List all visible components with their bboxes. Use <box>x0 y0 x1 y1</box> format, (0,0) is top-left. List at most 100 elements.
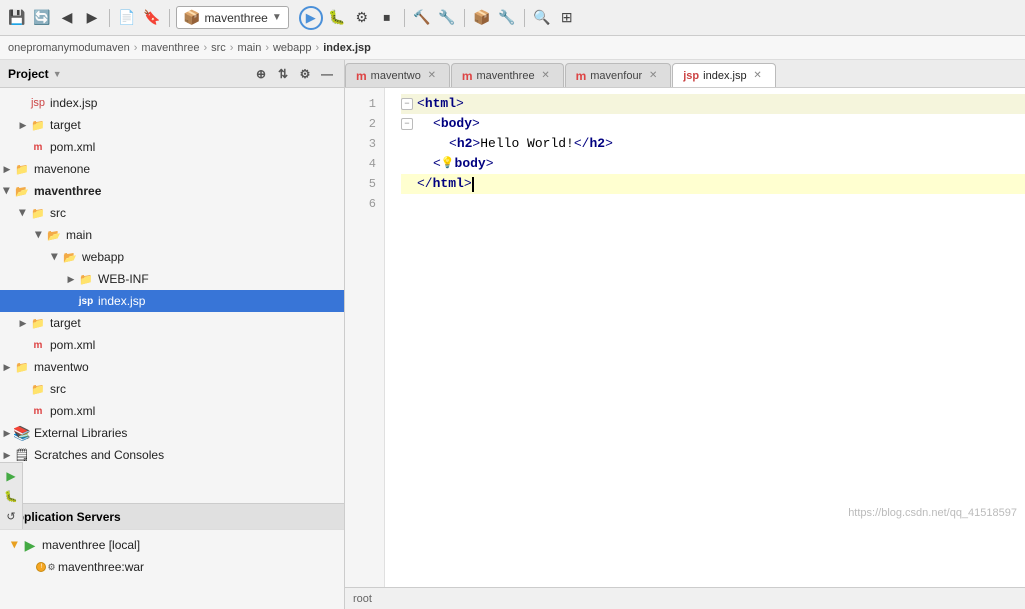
debug-side-button[interactable]: 🐛 <box>2 487 20 505</box>
tree-label: WEB-INF <box>98 272 149 286</box>
tree-item-pom-root[interactable]: ▶ m pom.xml <box>0 136 344 158</box>
app-servers-header: Application Servers <box>0 503 344 529</box>
src-icon: 📁 <box>30 381 46 397</box>
tree-label: target <box>50 118 81 132</box>
debug-button[interactable]: 🐛 <box>326 7 348 29</box>
folder-icon: 📁 <box>30 117 46 133</box>
tree-item-maventwo[interactable]: ▶ 📁 maventwo <box>0 356 344 378</box>
fold-1[interactable]: − <box>401 98 413 110</box>
project-dropdown[interactable]: 📦 maventhree ▼ <box>176 6 289 29</box>
editor-tabs: m maventwo ✕ m maventhree ✕ m mavenfour … <box>345 60 1025 88</box>
tab-maventwo[interactable]: m maventwo ✕ <box>345 63 450 87</box>
sidebar-header: Project ▼ ⊕ ⇅ ⚙ — <box>0 60 344 88</box>
tab-close-maventhree[interactable]: ✕ <box>539 69 553 83</box>
tree-item-webapp[interactable]: ▶ 📂 webapp <box>0 246 344 268</box>
run-button[interactable]: ▶ <box>299 6 323 30</box>
tree-label: webapp <box>82 250 124 264</box>
expand-all-icon[interactable]: ⇅ <box>274 65 292 83</box>
tree-item-target[interactable]: ▶ 📁 target <box>0 312 344 334</box>
fold-2[interactable]: − <box>401 118 413 130</box>
tab-mavenfour[interactable]: m mavenfour ✕ <box>565 63 672 87</box>
bc-file[interactable]: index.jsp <box>323 42 371 54</box>
tab-indexjsp[interactable]: jsp index.jsp ✕ <box>672 63 775 87</box>
update-side-button[interactable]: ↺ <box>2 507 20 525</box>
jsp-tab-icon: jsp <box>683 70 699 82</box>
open-button[interactable]: 📄 <box>116 7 138 29</box>
folder-open-icon: 📂 <box>14 183 30 199</box>
bookmark-button[interactable]: 🔖 <box>141 7 163 29</box>
status-bar: root <box>345 587 1025 609</box>
app-servers-content: ▶ ▶ maventhree [local] ▶ ! ⚙ maventhree:… <box>0 529 344 609</box>
pom-icon: m <box>30 337 46 353</box>
line-num-2: 2 <box>345 114 384 134</box>
status-text: root <box>353 593 372 605</box>
tab-label: mavenfour <box>590 70 642 82</box>
line-numbers: 1 2 3 4 5 6 <box>345 88 385 587</box>
save-button[interactable]: 💾 <box>6 7 28 29</box>
line-num-4: 4 <box>345 154 384 174</box>
tree-item-mavenone[interactable]: ▶ 📁 mavenone <box>0 158 344 180</box>
tree-item-maventhree-local[interactable]: ▶ ▶ maventhree [local] <box>0 534 344 556</box>
play-side-button[interactable]: ▶ <box>2 467 20 485</box>
sep1 <box>109 9 110 27</box>
tree-item-webinf[interactable]: ▶ 📁 WEB-INF <box>0 268 344 290</box>
maven-button[interactable]: 📦 <box>471 7 493 29</box>
code-line-2: − <body> <box>401 114 1025 134</box>
tree-item-src2[interactable]: ▶ 📁 src <box>0 378 344 400</box>
tree-item-pom[interactable]: ▶ m pom.xml <box>0 334 344 356</box>
tab-close-maventwo[interactable]: ✕ <box>425 69 439 83</box>
tab-maventhree[interactable]: m maventhree ✕ <box>451 63 564 87</box>
tree-item-src[interactable]: ▶ 📁 src <box>0 202 344 224</box>
tree-label: External Libraries <box>34 426 127 440</box>
settings-button[interactable]: 🔧 <box>496 7 518 29</box>
bc-project[interactable]: onepromanymodumaven <box>8 42 130 54</box>
webinf-icon: 📁 <box>78 271 94 287</box>
m-icon: m <box>462 69 473 83</box>
jsp-icon: jsp <box>78 293 94 309</box>
tree-item-pom2[interactable]: ▶ m pom.xml <box>0 400 344 422</box>
breadcrumb: onepromanymodumaven › maventhree › src ›… <box>0 36 1025 60</box>
tree-label: maventhree [local] <box>42 538 140 552</box>
code-line-1: − <html> <box>401 94 1025 114</box>
code-content[interactable]: − <html> − <body> <h2>Hello World!</h2> … <box>385 88 1025 587</box>
code-editor[interactable]: 1 2 3 4 5 6 − <html> − <body> <box>345 88 1025 587</box>
bc-module[interactable]: maventhree <box>141 42 199 54</box>
unknown-button[interactable]: ⊞ <box>556 7 578 29</box>
stop-button[interactable]: ⏹ <box>376 7 398 29</box>
tree-item-main[interactable]: ▶ 📂 main <box>0 224 344 246</box>
tree-item-maventhree[interactable]: ▶ 📂 maventhree <box>0 180 344 202</box>
tree-label: main <box>66 228 92 242</box>
tab-close-indexjsp[interactable]: ✕ <box>751 69 765 83</box>
bc-src[interactable]: src <box>211 42 226 54</box>
tab-label: maventhree <box>476 70 534 82</box>
build-button[interactable]: 🔨 <box>411 7 433 29</box>
dropdown-label: maventhree <box>204 11 267 25</box>
search-button[interactable]: 🔍 <box>531 7 553 29</box>
settings-icon[interactable]: ⚙ <box>296 65 314 83</box>
side-buttons: ▶ 🐛 ↺ <box>0 462 23 529</box>
back-button[interactable]: ◀ <box>56 7 78 29</box>
tree-item-scratches[interactable]: ▶ 🗒 Scratches and Consoles <box>0 444 344 466</box>
sidebar-title: Project <box>8 67 49 81</box>
rebuild-button[interactable]: 🔧 <box>436 7 458 29</box>
line-num-1: 1 <box>345 94 384 114</box>
sync-button[interactable]: 🔄 <box>31 7 53 29</box>
code-line-3: <h2>Hello World!</h2> <box>401 134 1025 154</box>
tree-item-ext-libs[interactable]: ▶ 📚 External Libraries <box>0 422 344 444</box>
bc-webapp[interactable]: webapp <box>273 42 312 54</box>
add-icon[interactable]: ⊕ <box>252 65 270 83</box>
tree-label: index.jsp <box>50 96 97 110</box>
sep3 <box>404 9 405 27</box>
run-config-button[interactable]: ⚙ <box>351 7 373 29</box>
tree-item-indexjsp[interactable]: ▶ jsp index.jsp <box>0 290 344 312</box>
pom-icon: m <box>30 403 46 419</box>
app-server-run-icon: ▶ <box>22 537 38 553</box>
tab-close-mavenfour[interactable]: ✕ <box>646 69 660 83</box>
tree-item-index-jsp-root[interactable]: ▶ jsp index.jsp <box>0 92 344 114</box>
bc-main[interactable]: main <box>237 42 261 54</box>
forward-button[interactable]: ▶ <box>81 7 103 29</box>
collapse-icon[interactable]: — <box>318 65 336 83</box>
tree-item-target-root[interactable]: ▶ 📁 target <box>0 114 344 136</box>
tree-label: target <box>50 316 81 330</box>
tree-item-maventhree-war[interactable]: ▶ ! ⚙ maventhree:war <box>0 556 344 578</box>
